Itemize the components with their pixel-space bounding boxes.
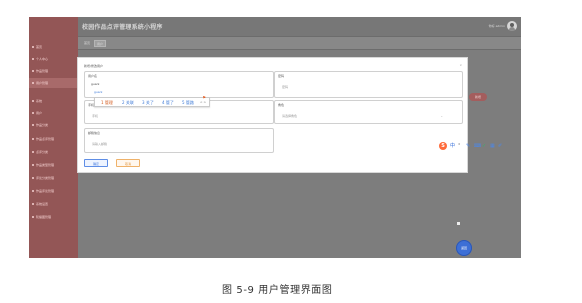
- dialog-title: 新增/修改用户: [84, 64, 104, 68]
- float-action-button[interactable]: 返回: [456, 240, 472, 256]
- sidebar-item-home[interactable]: 首页: [29, 42, 78, 52]
- ime-candidate-1[interactable]: 1 管理: [101, 100, 113, 106]
- sidebar-item-settings[interactable]: 系统设置: [29, 199, 78, 209]
- flag-icon: ⚑: [202, 95, 206, 100]
- sidebar-item-work-type[interactable]: 作品类型管理: [29, 160, 78, 170]
- phone-input[interactable]: 手机: [92, 114, 98, 118]
- email-label: 邮箱信息: [88, 131, 101, 135]
- password-field[interactable]: 密码 密码: [274, 71, 463, 98]
- sidebar-item-works[interactable]: 作品管理: [29, 66, 78, 76]
- password-input[interactable]: 密码: [282, 85, 288, 89]
- ime-candidate-popup: 1 管理 2 关联 3 关了 4 管了 5 管路 < > ⚑: [94, 95, 210, 107]
- top-navigation: 校园作品点评管理系统小程序 你好 admin: [78, 17, 521, 36]
- sidebar-item-system[interactable]: 系统: [29, 96, 78, 106]
- confirm-button[interactable]: 确定: [84, 159, 108, 167]
- email-input[interactable]: 请输入邮箱: [92, 142, 107, 146]
- user-edit-dialog: 新增/修改用户 × 用户名 guanl 密码 密码 手机 手机 角色 请选择角色…: [77, 57, 468, 173]
- punctuation-icon[interactable]: °: [458, 143, 461, 149]
- ime-candidate-4[interactable]: 4 管了: [162, 100, 174, 106]
- welcome-text: 你好 admin: [488, 24, 505, 28]
- sidebar-item-user[interactable]: 用户: [29, 108, 78, 118]
- avatar[interactable]: [507, 21, 517, 31]
- ime-candidate-2[interactable]: 2 关联: [122, 100, 134, 106]
- page: 首页 个人中心 作品管理 用户管理 系统 用户 作品分类 作品点评管理 点评分类…: [0, 0, 582, 303]
- sogou-logo-icon[interactable]: S: [439, 142, 447, 150]
- username-field[interactable]: 用户名 guanl: [84, 71, 274, 98]
- breadcrumb-current[interactable]: 用户: [94, 40, 107, 47]
- role-field[interactable]: 角色 请选择角色 ⌄: [274, 100, 463, 124]
- add-button[interactable]: 新增: [469, 93, 487, 101]
- breadcrumb: 首页 用户: [78, 36, 521, 50]
- ime-toolbar: S 中 ° ✎ ⌨ ✓ ▦ ✐: [439, 142, 508, 150]
- check-icon[interactable]: ✓: [482, 143, 486, 149]
- chevron-down-icon: ⌄: [440, 114, 443, 118]
- app-title: 校园作品点评管理系统小程序: [82, 24, 163, 31]
- cancel-button[interactable]: 取消: [116, 159, 140, 167]
- voice-icon[interactable]: ✎: [466, 143, 470, 149]
- ime-candidate-3[interactable]: 3 关了: [142, 100, 154, 106]
- ime-composition: guanl: [94, 90, 103, 94]
- sidebar-item-work-category[interactable]: 作品分类: [29, 120, 78, 130]
- chinese-mode-icon[interactable]: 中: [450, 143, 455, 149]
- grid-icon[interactable]: ▦: [490, 143, 495, 149]
- sidebar-item-profile[interactable]: 个人中心: [29, 54, 78, 64]
- sidebar-item-comment-category[interactable]: 评论分类管理: [29, 173, 78, 183]
- username-input[interactable]: guanl: [91, 82, 99, 86]
- ime-pager[interactable]: < >: [200, 100, 206, 104]
- cursor-marker: [457, 222, 460, 225]
- role-label: 角色: [278, 103, 285, 107]
- figure-caption: 图 5-9 用户管理界面图: [222, 285, 333, 296]
- username-label: 用户名: [88, 74, 98, 78]
- breadcrumb-home[interactable]: 首页: [82, 40, 92, 47]
- sidebar-item-users[interactable]: 用户管理: [29, 78, 78, 88]
- email-field[interactable]: 邮箱信息 请输入邮箱: [84, 128, 274, 153]
- keyboard-icon[interactable]: ⌨: [474, 143, 481, 149]
- sidebar-item-work-comment[interactable]: 作品评论管理: [29, 186, 78, 196]
- sidebar: 首页 个人中心 作品管理 用户管理 系统 用户 作品分类 作品点评管理 点评分类…: [29, 17, 78, 258]
- password-label: 密码: [278, 74, 285, 78]
- sidebar-item-work-review[interactable]: 作品点评管理: [29, 134, 78, 144]
- role-select[interactable]: 请选择角色: [282, 114, 297, 118]
- sidebar-item-carousel[interactable]: 轮播图管理: [29, 212, 78, 222]
- pen-icon[interactable]: ✐: [498, 143, 502, 149]
- ime-candidate-5[interactable]: 5 管路: [182, 100, 194, 106]
- sidebar-item-review-category[interactable]: 点评分类: [29, 147, 78, 157]
- close-icon[interactable]: ×: [459, 63, 462, 67]
